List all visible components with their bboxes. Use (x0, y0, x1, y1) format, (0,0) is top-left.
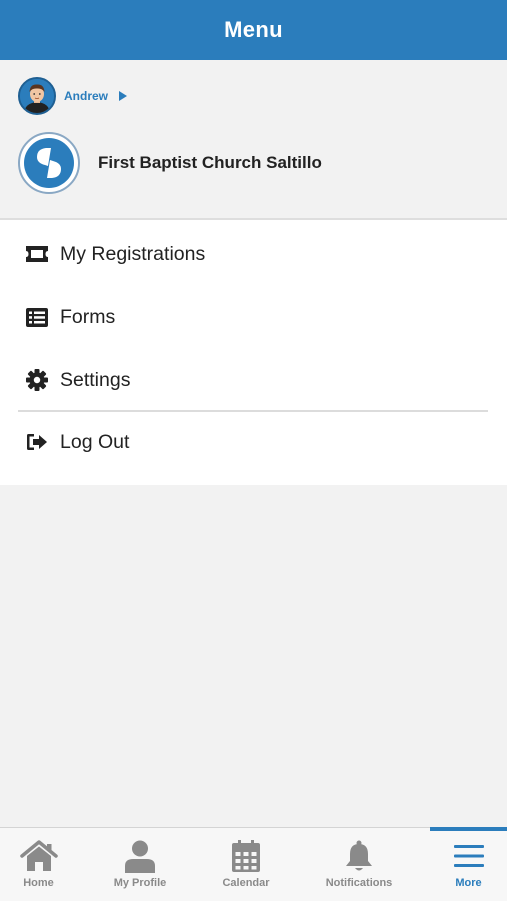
menu-item-my-registrations[interactable]: My Registrations (0, 223, 507, 285)
app-header: Menu (0, 0, 507, 60)
menu-item-label: My Registrations (60, 242, 206, 265)
home-icon (19, 839, 58, 873)
menu-item-label: Settings (60, 368, 131, 391)
tab-my-profile[interactable]: My Profile (100, 828, 180, 901)
gear-icon (25, 368, 49, 392)
menu-item-forms[interactable]: Forms (0, 286, 507, 348)
menu-item-log-out[interactable]: Log Out (0, 411, 507, 473)
tab-label: My Profile (113, 877, 167, 889)
page-title: Menu (224, 17, 283, 42)
menu-item-label: Log Out (60, 430, 130, 453)
menu-list: My Registrations Forms Settings Log Out (0, 220, 507, 485)
church-selector[interactable]: First Baptist Church Saltillo (18, 132, 322, 194)
sign-out-icon (25, 430, 49, 454)
list-icon (25, 305, 49, 329)
ticket-icon (25, 242, 49, 266)
tab-notifications[interactable]: Notifications (314, 828, 404, 901)
church-logo (18, 132, 80, 194)
user-name: Andrew (64, 89, 109, 103)
person-icon (124, 839, 156, 873)
tab-more[interactable]: More (430, 828, 507, 901)
hamburger-icon (453, 839, 485, 873)
menu-item-settings[interactable]: Settings (0, 349, 507, 411)
user-profile-link[interactable]: Andrew (18, 77, 128, 115)
tab-home[interactable]: Home (0, 828, 77, 901)
bottom-tab-bar: Home My Profile Calendar Notifications M… (0, 827, 507, 901)
tab-label: Calendar (222, 877, 270, 889)
tab-label: Home (23, 877, 54, 889)
calendar-icon (231, 839, 261, 873)
menu-item-label: Forms (60, 305, 116, 328)
play-icon (119, 91, 128, 101)
bell-icon (344, 839, 374, 873)
church-name: First Baptist Church Saltillo (98, 153, 322, 172)
tab-label: More (455, 877, 482, 889)
avatar (18, 77, 56, 115)
profile-section: Andrew First Baptist Church Saltillo (0, 60, 507, 220)
tab-calendar[interactable]: Calendar (206, 828, 286, 901)
tab-label: Notifications (325, 877, 393, 889)
